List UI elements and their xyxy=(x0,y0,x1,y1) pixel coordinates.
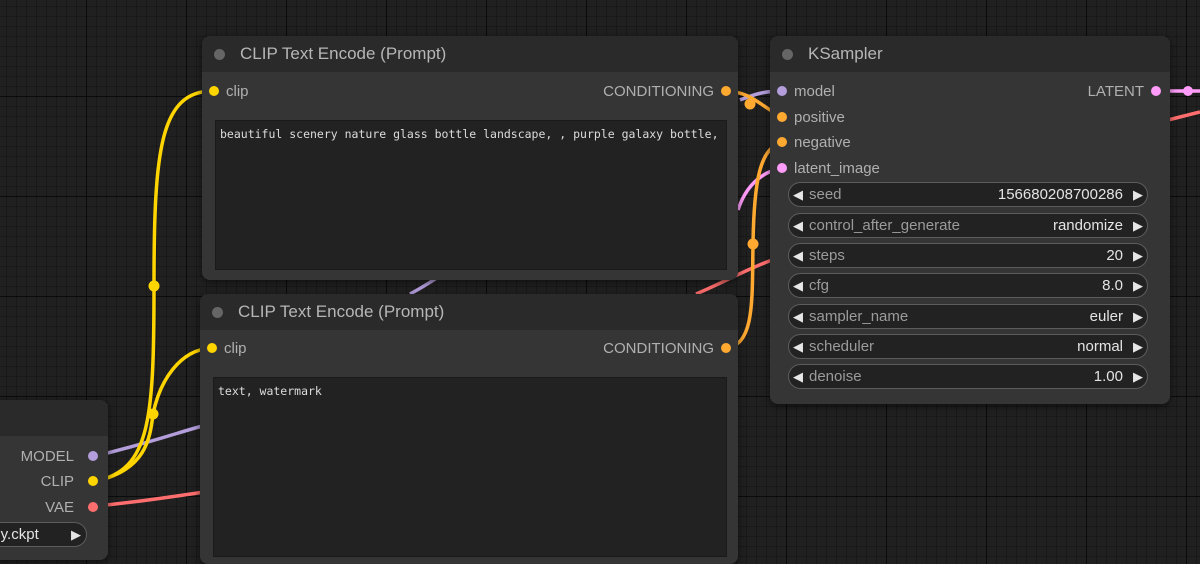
negative-node-title-bar[interactable]: CLIP Text Encode (Prompt) xyxy=(200,294,738,330)
denoise-label: denoise xyxy=(809,368,862,385)
input-latent-image-dot[interactable] xyxy=(777,163,787,173)
clip-text-encode-negative-node[interactable]: CLIP Text Encode (Prompt) clip CONDITION… xyxy=(200,294,738,564)
positive-node-title-bar[interactable]: CLIP Text Encode (Prompt) xyxy=(202,36,738,72)
input-clip-dot[interactable] xyxy=(207,343,217,353)
denoise-decrement-arrow[interactable]: ◀ xyxy=(789,369,807,385)
input-clip-row: clip xyxy=(224,338,247,358)
output-conditioning-dot[interactable] xyxy=(721,343,731,353)
ksampler-title-bar[interactable]: KSampler xyxy=(770,36,1170,72)
ckpt-name-widget[interactable]: uly.ckpt ▶ xyxy=(0,522,87,547)
input-clip-label: clip xyxy=(226,82,249,100)
input-positive-dot[interactable] xyxy=(777,112,787,122)
sampler-name-widget[interactable]: ◀ sampler_name euler ▶ xyxy=(788,304,1148,329)
output-model-dot[interactable] xyxy=(88,451,98,461)
denoise-widget[interactable]: ◀ denoise 1.00 ▶ xyxy=(788,364,1148,389)
seed-increment-arrow[interactable]: ▶ xyxy=(1129,187,1147,203)
input-model-dot[interactable] xyxy=(777,86,787,96)
scheduler-next-arrow[interactable]: ▶ xyxy=(1129,339,1147,355)
cfg-decrement-arrow[interactable]: ◀ xyxy=(789,278,807,294)
output-conditioning-row: CONDITIONING xyxy=(603,81,714,101)
control-after-generate-label: control_after_generate xyxy=(809,217,960,234)
scheduler-prev-arrow[interactable]: ◀ xyxy=(789,339,807,355)
sampler-name-label: sampler_name xyxy=(809,308,909,325)
scheduler-widget[interactable]: ◀ scheduler normal ▶ xyxy=(788,334,1148,359)
negative-node-title: CLIP Text Encode (Prompt) xyxy=(238,302,445,321)
wire-clip-midpoint-a xyxy=(148,280,160,292)
collapse-dot-icon[interactable] xyxy=(212,306,223,318)
wire-vae-c xyxy=(1167,110,1200,122)
denoise-value: 1.00 xyxy=(1093,368,1123,385)
control-after-generate-next-arrow[interactable]: ▶ xyxy=(1129,218,1147,234)
seed-label: seed xyxy=(809,186,842,203)
ksampler-node[interactable]: KSampler model positive negative latent_… xyxy=(770,36,1170,404)
cfg-label: cfg xyxy=(809,277,830,294)
sampler-name-next-arrow[interactable]: ▶ xyxy=(1129,309,1147,325)
scheduler-value: normal xyxy=(1077,338,1123,355)
output-clip-row: CLIP xyxy=(41,471,74,491)
input-negative-row: negative xyxy=(794,132,851,152)
checkpoint-loader-node[interactable]: MODEL CLIP VAE uly.ckpt ▶ xyxy=(0,400,108,560)
output-vae-dot[interactable] xyxy=(88,502,98,512)
input-model-label: model xyxy=(794,82,835,100)
input-positive-row: positive xyxy=(794,107,845,127)
negative-prompt-textarea[interactable]: text, watermark xyxy=(213,377,727,557)
control-after-generate-value: randomize xyxy=(1052,217,1123,234)
output-conditioning-label: CONDITIONING xyxy=(603,339,714,357)
output-model-row: MODEL xyxy=(21,446,74,466)
steps-increment-arrow[interactable]: ▶ xyxy=(1129,248,1147,264)
input-clip-label: clip xyxy=(224,339,247,357)
input-latent-image-row: latent_image xyxy=(794,158,880,178)
seed-widget[interactable]: ◀ seed 156680208700286 ▶ xyxy=(788,182,1148,207)
wire-latent-reroute xyxy=(1183,86,1193,96)
steps-widget[interactable]: ◀ steps 20 ▶ xyxy=(788,243,1148,268)
positive-node-title: CLIP Text Encode (Prompt) xyxy=(240,44,447,63)
control-after-generate-prev-arrow[interactable]: ◀ xyxy=(789,218,807,234)
output-clip-dot[interactable] xyxy=(88,476,98,486)
output-conditioning-label: CONDITIONING xyxy=(603,82,714,100)
cfg-value: 8.0 xyxy=(1102,277,1123,294)
positive-prompt-textarea[interactable]: beautiful scenery nature glass bottle la… xyxy=(215,120,727,270)
input-positive-label: positive xyxy=(794,108,845,126)
steps-value: 20 xyxy=(1106,247,1123,264)
output-vae-row: VAE xyxy=(45,497,74,517)
steps-decrement-arrow[interactable]: ◀ xyxy=(789,248,807,264)
output-conditioning-row: CONDITIONING xyxy=(603,338,714,358)
wire-model xyxy=(95,422,211,458)
scheduler-label: scheduler xyxy=(809,338,875,355)
input-latent-image-label: latent_image xyxy=(794,159,880,177)
control-after-generate-widget[interactable]: ◀ control_after_generate randomize ▶ xyxy=(788,213,1148,238)
output-conditioning-dot[interactable] xyxy=(721,86,731,96)
sampler-name-value: euler xyxy=(1089,308,1123,325)
output-latent-dot[interactable] xyxy=(1151,86,1161,96)
ckpt-next-arrow[interactable]: ▶ xyxy=(66,527,86,543)
wire-vae xyxy=(95,490,206,508)
checkpoint-loader-title-bar[interactable] xyxy=(0,400,108,436)
wire-conditioning-midpoint-a xyxy=(744,98,756,110)
seed-value: 156680208700286 xyxy=(997,186,1123,203)
output-model-label: MODEL xyxy=(20,447,74,465)
input-negative-dot[interactable] xyxy=(777,137,787,147)
input-model-row: model xyxy=(794,81,835,101)
denoise-increment-arrow[interactable]: ▶ xyxy=(1129,369,1147,385)
output-clip-label: CLIP xyxy=(40,472,74,490)
input-clip-row: clip xyxy=(226,81,249,101)
ckpt-name-value: uly.ckpt xyxy=(0,526,39,543)
wire-clip-midpoint-b xyxy=(147,408,159,420)
collapse-dot-icon[interactable] xyxy=(214,48,225,60)
clip-text-encode-positive-node[interactable]: CLIP Text Encode (Prompt) clip CONDITION… xyxy=(202,36,738,280)
output-latent-label: LATENT xyxy=(1087,82,1144,100)
sampler-name-prev-arrow[interactable]: ◀ xyxy=(789,309,807,325)
collapse-dot-icon[interactable] xyxy=(782,48,793,60)
output-vae-label: VAE xyxy=(45,498,74,516)
cfg-increment-arrow[interactable]: ▶ xyxy=(1129,278,1147,294)
seed-decrement-arrow[interactable]: ◀ xyxy=(789,187,807,203)
cfg-widget[interactable]: ◀ cfg 8.0 ▶ xyxy=(788,273,1148,298)
steps-label: steps xyxy=(809,247,845,264)
input-negative-label: negative xyxy=(794,133,851,151)
wire-conditioning-midpoint-b xyxy=(747,238,759,250)
input-clip-dot[interactable] xyxy=(209,86,219,96)
output-latent-row: LATENT xyxy=(1088,81,1144,101)
ksampler-title: KSampler xyxy=(808,44,883,63)
